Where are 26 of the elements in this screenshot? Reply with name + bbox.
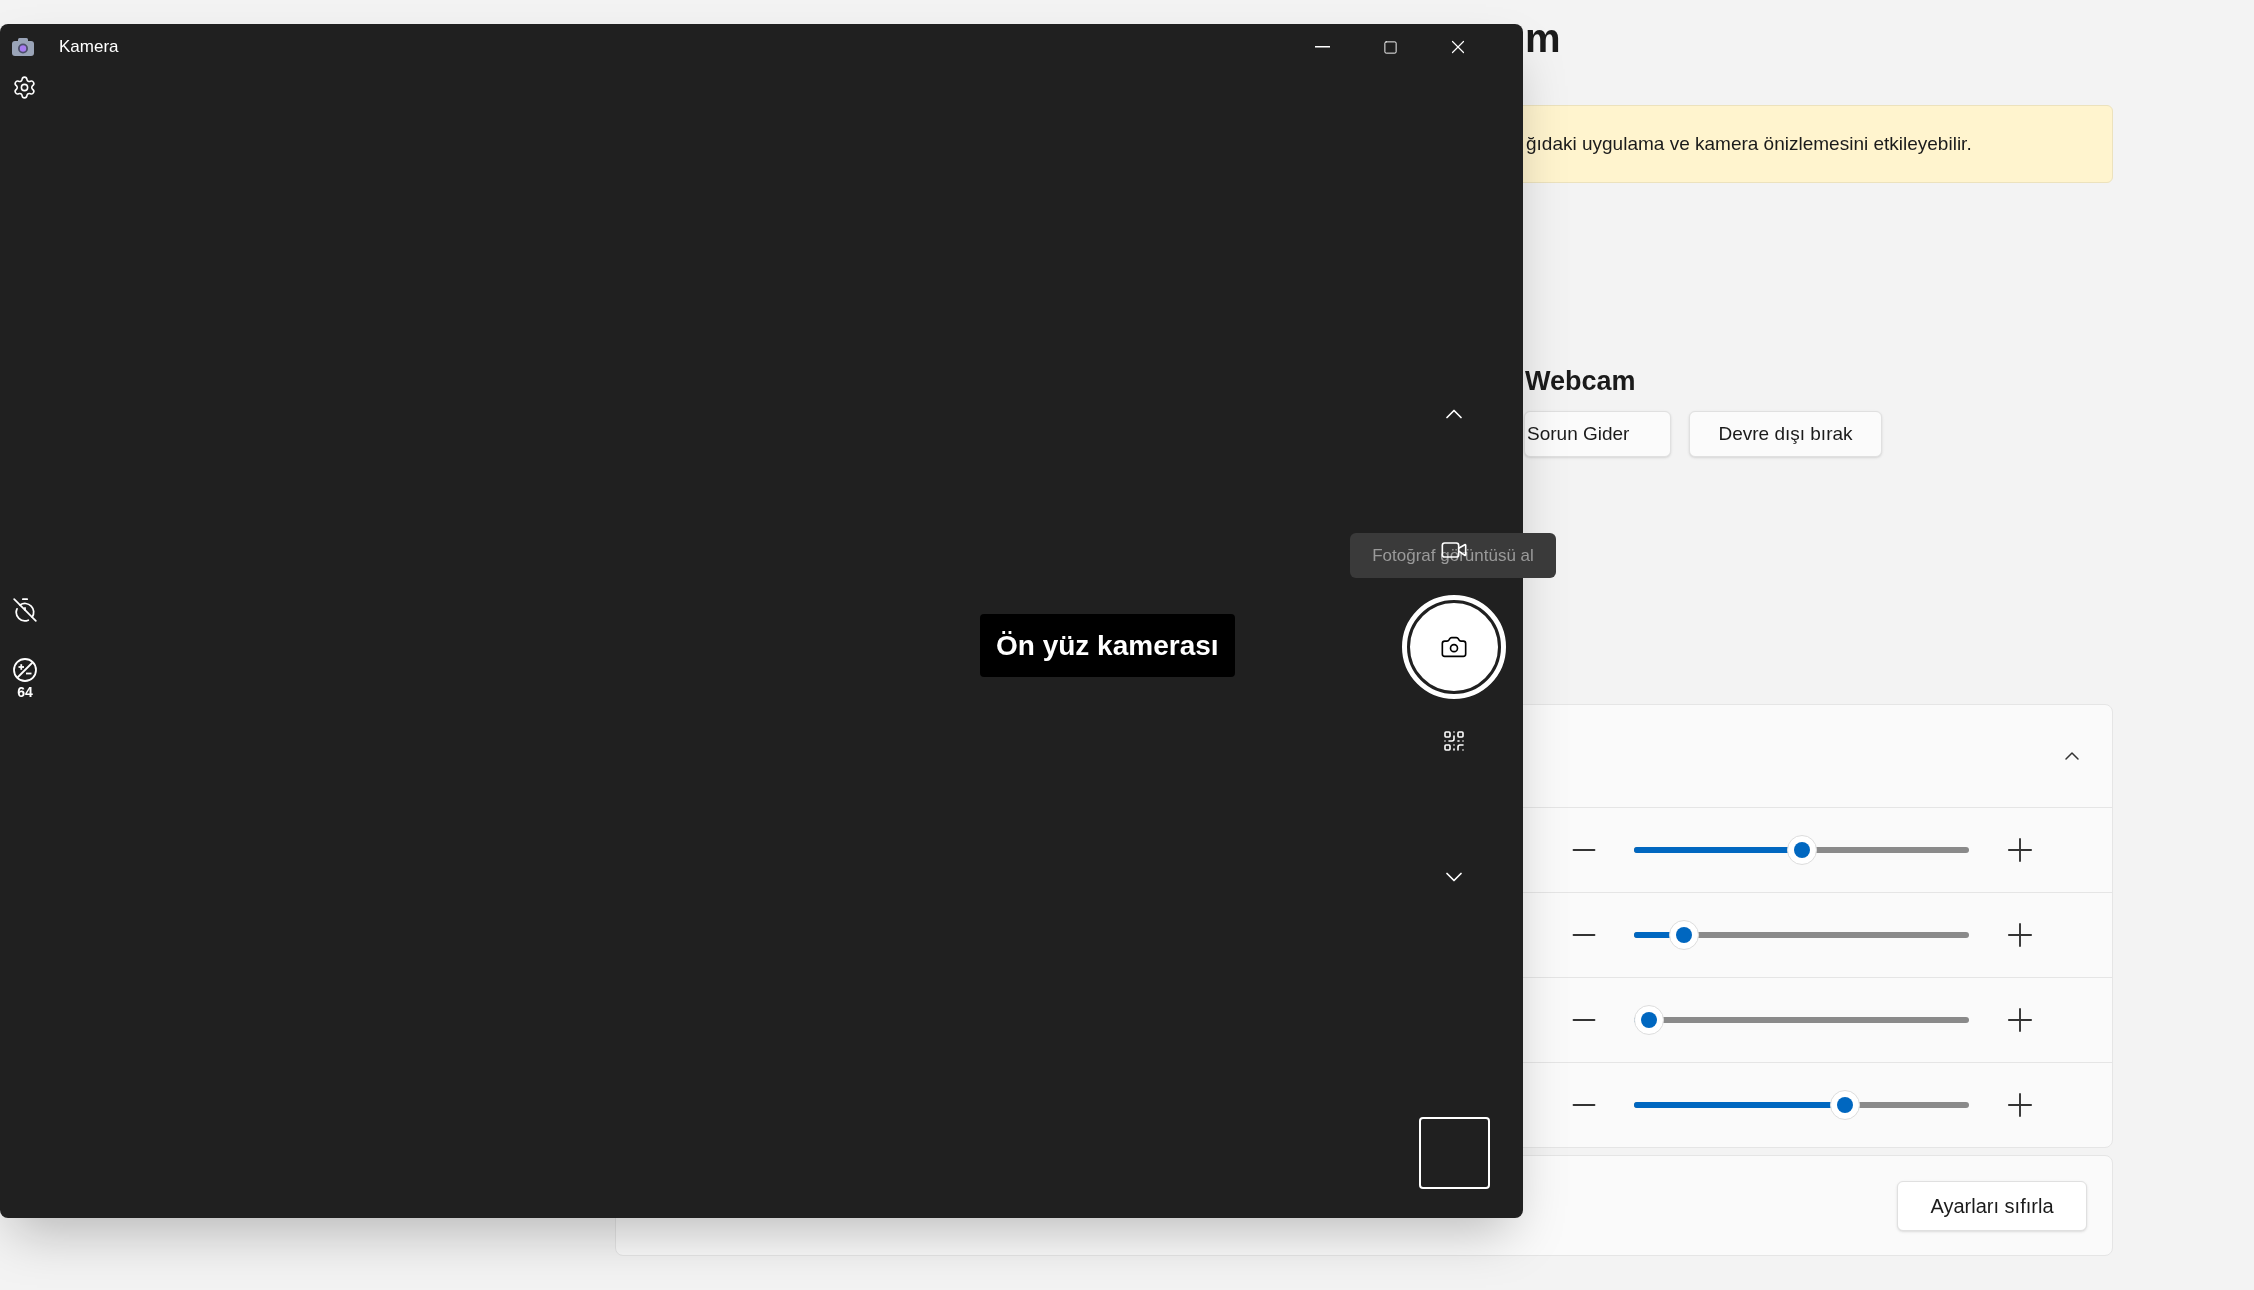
camera-app-icon	[11, 37, 35, 57]
action-button[interactable]: Sorun Gider	[1524, 411, 1671, 457]
timer-off-icon[interactable]	[12, 597, 38, 623]
tooltip: Fotoğraf görüntüsü al	[1350, 533, 1556, 578]
page-title: m	[1525, 18, 1561, 58]
slider-track[interactable]	[1634, 920, 1969, 950]
settings-icon[interactable]	[12, 75, 37, 100]
slider-track[interactable]	[1634, 1090, 1969, 1120]
device-title: Webcam	[1525, 364, 1636, 398]
exposure-value: 64	[17, 685, 33, 699]
exposure-icon[interactable]	[12, 657, 38, 683]
slider-track[interactable]	[1634, 1005, 1969, 1035]
slider-thumb[interactable]	[1669, 920, 1700, 950]
slider-thumb[interactable]	[1786, 835, 1817, 865]
reset-button[interactable]: Ayarları sıfırla	[1897, 1180, 2087, 1231]
warning-text: ğıdaki uygulama ve kamera önizlemesini etkileyebilir.	[1526, 131, 1972, 156]
slider-track[interactable]	[1634, 835, 1969, 865]
action-button[interactable]: Devre dışı bırak	[1689, 411, 1882, 457]
maximize-icon	[1382, 39, 1398, 55]
camera-label: Ön yüz kamerası	[980, 614, 1235, 677]
qr-code-icon[interactable]	[1442, 729, 1466, 753]
minimize-icon	[1314, 46, 1330, 48]
slider-thumb[interactable]	[1634, 1005, 1664, 1035]
photo-thumbnail[interactable]	[1418, 1117, 1490, 1189]
window-title: Kamera	[59, 36, 119, 59]
slider-thumb[interactable]	[1830, 1090, 1861, 1120]
